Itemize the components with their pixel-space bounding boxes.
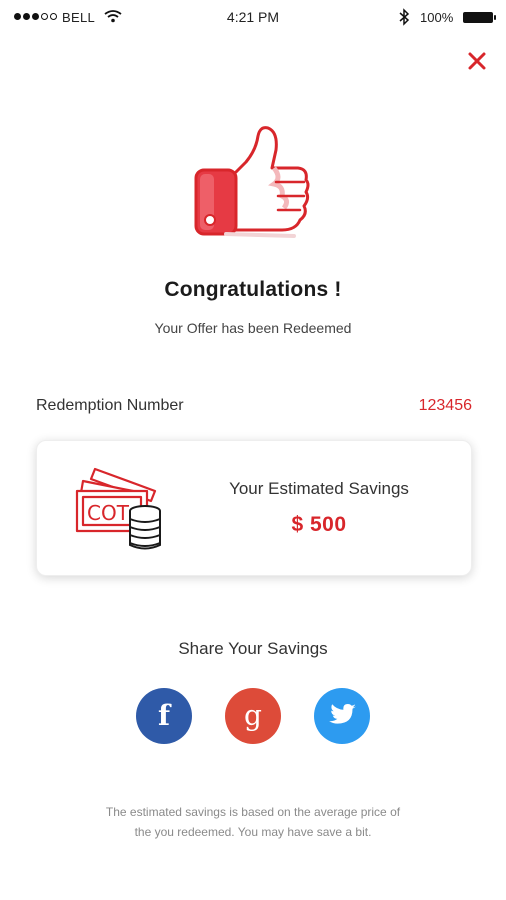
twitter-icon — [329, 704, 356, 724]
disclaimer-line-2: the you redeemed. You may have save a bi… — [134, 825, 372, 839]
offer-redeemed-subtitle: Your Offer has been Redeemed — [154, 320, 352, 336]
estimated-savings-title: Your Estimated Savings — [229, 479, 409, 498]
twitter-share-button[interactable] — [314, 688, 370, 744]
estimated-savings-card: COT Your Estimated Savings $ 500 — [36, 440, 472, 576]
svg-text:COT: COT — [87, 501, 130, 525]
google-share-button[interactable]: g — [225, 688, 281, 744]
facebook-share-button[interactable]: f — [136, 688, 192, 744]
money-coins-icon: COT — [75, 467, 161, 550]
facebook-icon: f — [157, 699, 171, 732]
battery-icon — [463, 12, 496, 23]
estimated-savings-value: $ 500 — [291, 513, 347, 536]
close-icon[interactable] — [462, 46, 492, 76]
congratulations-title: Congratulations ! — [164, 278, 342, 301]
google-plus-icon: g — [244, 699, 262, 732]
redemption-number-value: 123456 — [418, 397, 472, 414]
share-savings-title: Share Your Savings — [178, 639, 328, 658]
status-bar: BELL 4:21 PM 100% — [0, 0, 506, 36]
savings-disclaimer: The estimated savings is based on the av… — [60, 802, 446, 842]
thumbs-up-icon — [194, 126, 310, 238]
disclaimer-line-1: The estimated savings is based on the av… — [105, 805, 401, 819]
bluetooth-icon — [399, 8, 410, 26]
redemption-number-label: Redemption Number — [36, 397, 184, 414]
battery-percentage: 100% — [420, 10, 454, 25]
